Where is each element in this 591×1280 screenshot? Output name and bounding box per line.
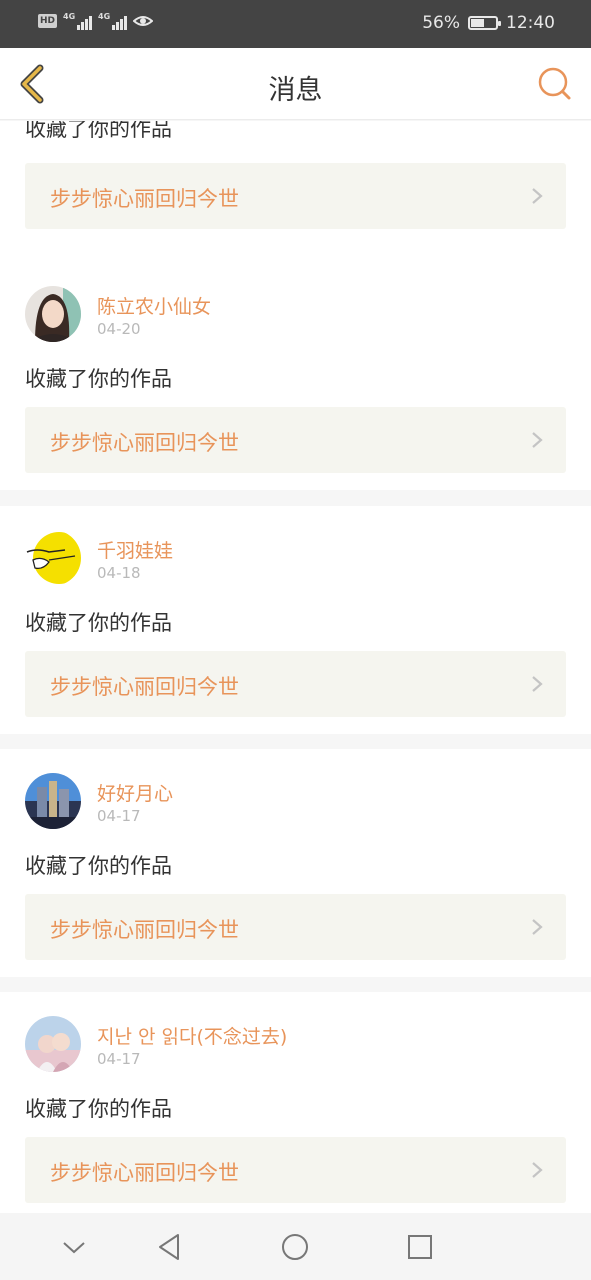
message-date: 04-17 xyxy=(97,1050,141,1068)
hd-badge: HD xyxy=(38,14,58,28)
status-icons-left: HD 4G 4G xyxy=(38,12,154,30)
battery-percent: 56% xyxy=(422,13,460,33)
search-icon[interactable] xyxy=(537,66,573,102)
message-date: 04-17 xyxy=(97,807,141,825)
chevron-right-icon xyxy=(532,432,543,448)
network-type-label-2: 4G xyxy=(98,12,111,21)
chevron-right-icon xyxy=(532,919,543,935)
eye-icon xyxy=(133,16,154,26)
signal-icon: 4G xyxy=(63,12,93,30)
page-title: 消息 xyxy=(268,75,323,106)
user-name[interactable]: 好好月心 xyxy=(97,779,173,806)
message-item: 千羽娃娃 04-18 收藏了你的作品 步步惊心丽回归今世 xyxy=(0,506,591,734)
avatar[interactable] xyxy=(25,530,81,586)
message-item: 陈立农小仙女 04-20 收藏了你的作品 步步惊心丽回归今世 xyxy=(0,262,591,490)
avatar[interactable] xyxy=(25,286,81,342)
work-card[interactable]: 步步惊心丽回归今世 xyxy=(25,1137,566,1203)
action-text: 收藏了你的作品 xyxy=(25,1097,172,1121)
chevron-right-icon xyxy=(532,676,543,692)
message-item: 好好月心 04-17 收藏了你的作品 步步惊心丽回归今世 xyxy=(0,749,591,977)
work-card[interactable]: 步步惊心丽回归今世 xyxy=(25,163,566,229)
chevron-right-icon xyxy=(532,1162,543,1178)
status-icons-right: 56% 12:40 xyxy=(422,13,555,33)
square-recent-icon[interactable] xyxy=(404,1231,436,1263)
message-list[interactable]: 收藏了你的作品 步步惊心丽回归今世 陈立农小仙女 04-20 收藏了你的作品 步… xyxy=(0,121,591,1213)
work-title: 步步惊心丽回归今世 xyxy=(50,675,239,699)
user-name[interactable]: 陈立农小仙女 xyxy=(97,292,211,319)
action-text: 收藏了你的作品 xyxy=(25,611,172,635)
work-card[interactable]: 步步惊心丽回归今世 xyxy=(25,651,566,717)
message-date: 04-20 xyxy=(97,320,141,338)
action-text: 收藏了你的作品 xyxy=(25,854,172,878)
system-nav-bar xyxy=(0,1213,591,1280)
action-text: 收藏了你的作品 xyxy=(25,367,172,391)
work-card[interactable]: 步步惊心丽回归今世 xyxy=(25,407,566,473)
chevron-right-icon xyxy=(532,188,543,204)
work-card[interactable]: 步步惊心丽回归今世 xyxy=(25,894,566,960)
work-title: 步步惊心丽回归今世 xyxy=(50,918,239,942)
user-name[interactable]: 지난 안 읽다(不念过去) xyxy=(97,1022,287,1049)
network-type-label: 4G xyxy=(63,12,76,21)
action-text: 收藏了你的作品 xyxy=(25,121,172,141)
status-bar: HD 4G 4G 56% 12:40 xyxy=(0,0,591,48)
avatar[interactable] xyxy=(25,1016,81,1072)
battery-fill xyxy=(471,19,484,27)
work-title: 步步惊心丽回归今世 xyxy=(50,431,239,455)
clock: 12:40 xyxy=(506,13,555,33)
message-date: 04-18 xyxy=(97,564,141,582)
avatar[interactable] xyxy=(25,773,81,829)
chevron-down-icon[interactable] xyxy=(58,1231,90,1263)
user-name[interactable]: 千羽娃娃 xyxy=(97,536,173,563)
work-title: 步步惊心丽回归今世 xyxy=(50,1161,239,1185)
circle-home-icon[interactable] xyxy=(279,1231,311,1263)
message-item: 지난 안 읽다(不念过去) 04-17 收藏了你的作品 步步惊心丽回归今世 xyxy=(0,992,591,1213)
work-title: 步步惊心丽回归今世 xyxy=(50,187,239,211)
triangle-back-icon[interactable] xyxy=(154,1231,186,1263)
app-header: 消息 xyxy=(0,48,591,120)
battery-icon xyxy=(468,16,501,30)
signal-icon-2: 4G xyxy=(98,12,128,30)
